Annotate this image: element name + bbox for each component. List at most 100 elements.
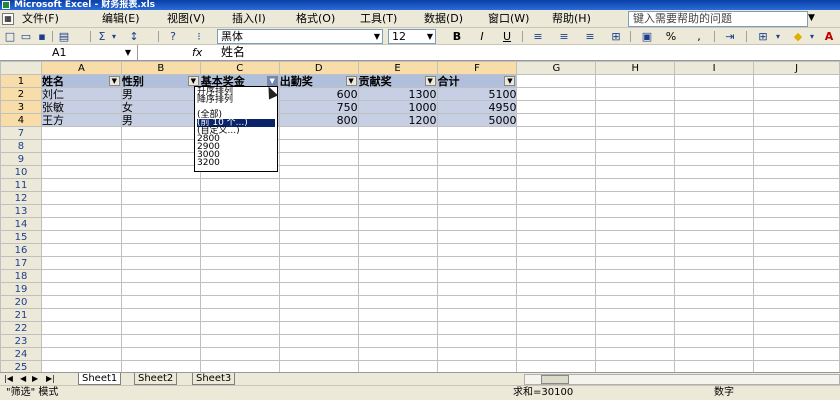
cell[interactable] [674,87,755,101]
cell[interactable] [753,74,840,88]
sheet-tab-sheet1[interactable]: Sheet1 [78,373,122,385]
cell[interactable] [199,178,280,192]
cell[interactable] [199,269,280,283]
header-cell-gender[interactable]: 性别 ▼ [120,74,201,88]
menu-insert[interactable]: 插入(I) [232,12,266,26]
row-header[interactable]: 17 [0,256,42,270]
cell[interactable] [595,308,676,322]
header-cell-contribution[interactable]: 贡献奖 ▼ [357,74,438,88]
cell[interactable] [436,217,518,231]
cell[interactable] [753,178,840,192]
cell[interactable] [436,334,518,348]
cell[interactable] [436,360,518,372]
cell[interactable] [40,347,122,361]
cell[interactable] [753,165,840,179]
cell[interactable] [753,347,840,361]
cell[interactable] [278,269,359,283]
indent-icon[interactable]: ⇥ [722,30,738,43]
cell[interactable] [278,360,359,372]
currency-icon[interactable]: ▣ [638,30,656,43]
cell[interactable] [674,308,755,322]
menu-window[interactable]: 窗口(W) [488,12,529,26]
filter-dropdown-icon[interactable]: ▼ [345,76,357,86]
menu-edit[interactable]: 编辑(E) [102,12,140,26]
cell[interactable] [40,334,122,348]
filter-dropdown-icon[interactable]: ▼ [108,76,120,86]
cell[interactable] [40,139,122,153]
row-header[interactable]: 4 [0,113,42,127]
menu-format[interactable]: 格式(O) [296,12,335,26]
font-name-dropdown-icon[interactable]: ▼ [374,30,380,43]
horizontal-scrollbar[interactable] [524,374,840,385]
cell[interactable] [436,152,518,166]
cell[interactable] [595,152,676,166]
cell[interactable] [595,126,676,140]
fill-color-dropdown-icon[interactable]: ▾ [808,30,816,43]
row-header[interactable]: 25 [0,360,42,372]
cell[interactable] [357,139,438,153]
cell[interactable] [278,126,359,140]
cell[interactable] [357,282,438,296]
help-icon[interactable]: ? [166,30,180,43]
cell[interactable] [674,230,755,244]
cell[interactable] [516,113,597,127]
cell[interactable] [516,256,597,270]
cell[interactable] [199,360,280,372]
sort-ascending-icon[interactable]: ↕ [120,30,148,43]
cell[interactable] [40,230,122,244]
cell[interactable] [516,100,597,114]
cell[interactable] [199,243,280,257]
cell[interactable] [120,139,201,153]
column-header-a[interactable]: A [40,61,122,75]
data-cell[interactable]: 600 [278,87,359,101]
fill-color-icon[interactable]: ◆ [790,30,806,43]
filter-dropdown-icon[interactable]: ▼ [187,76,199,86]
next-sheet-icon[interactable]: ▶ [32,374,38,384]
cell[interactable] [436,178,518,192]
cell[interactable] [40,178,122,192]
cell[interactable] [595,113,676,127]
cell[interactable] [516,217,597,231]
cell[interactable] [120,230,201,244]
cell[interactable] [120,295,201,309]
cell[interactable] [40,152,122,166]
cell[interactable] [516,334,597,348]
column-header-i[interactable]: I [674,61,755,75]
cell[interactable] [199,308,280,322]
cell[interactable] [516,87,597,101]
cell[interactable] [674,100,755,114]
cell[interactable] [595,321,676,335]
column-header-c[interactable]: C [199,61,280,75]
row-header[interactable]: 12 [0,191,42,205]
cell[interactable] [753,256,840,270]
cell[interactable] [516,152,597,166]
cell[interactable] [278,282,359,296]
cell[interactable] [357,243,438,257]
cell[interactable] [674,165,755,179]
bold-button[interactable]: B [450,30,464,43]
cell[interactable] [357,347,438,361]
cell[interactable] [199,256,280,270]
cell[interactable] [674,191,755,205]
row-header[interactable]: 19 [0,282,42,296]
cell[interactable] [40,126,122,140]
cell[interactable] [40,360,122,372]
cell[interactable] [516,282,597,296]
cell[interactable] [278,165,359,179]
borders-dropdown-icon[interactable]: ▾ [774,30,782,43]
cell[interactable] [40,269,122,283]
row-header[interactable]: 22 [0,321,42,335]
cell[interactable] [674,204,755,218]
cell[interactable] [674,269,755,283]
cell[interactable] [357,165,438,179]
cell[interactable] [516,269,597,283]
cell[interactable] [120,360,201,372]
column-header-b[interactable]: B [120,61,201,75]
cell[interactable] [278,308,359,322]
cell[interactable] [436,347,518,361]
cell[interactable] [199,334,280,348]
cell[interactable] [40,295,122,309]
cell[interactable] [595,269,676,283]
cell[interactable] [436,126,518,140]
cell[interactable] [436,308,518,322]
